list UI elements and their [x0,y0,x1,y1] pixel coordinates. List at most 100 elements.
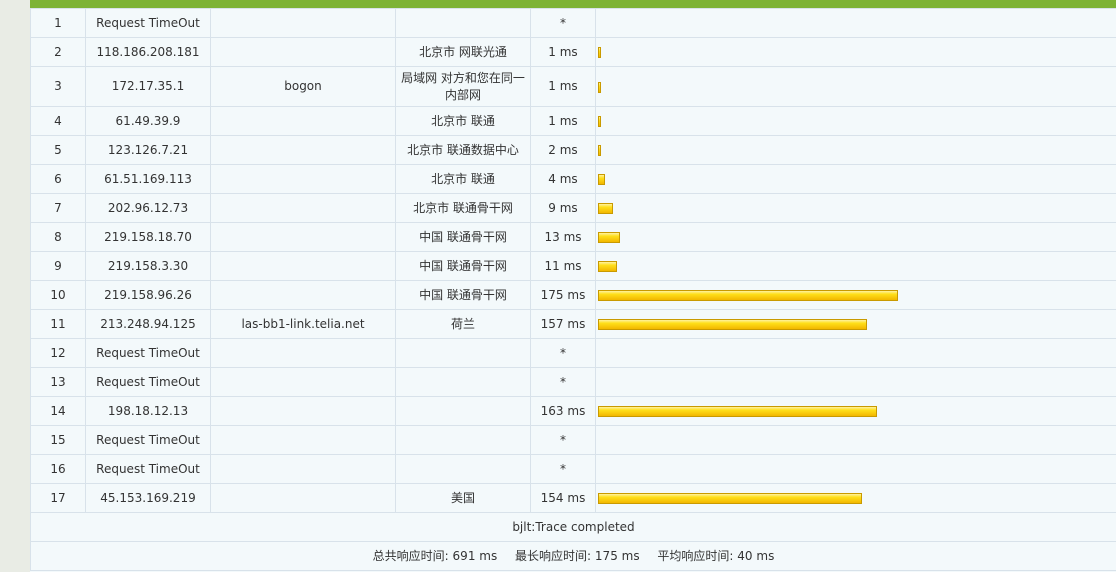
hop-row: 17 45.153.169.219 美国 154 ms [30,483,1116,513]
hop-number: 1 [30,8,86,38]
hop-number: 11 [30,309,86,339]
hop-location: 北京市 联通 [395,164,531,194]
hop-location [395,454,531,484]
status-row: bjlt:Trace completed [30,512,1116,542]
hop-latency-bar-cell [595,483,1116,513]
hop-latency-bar-cell [595,106,1116,136]
hop-time: 9 ms [530,193,596,223]
hop-hostname [210,367,396,397]
hop-hostname [210,454,396,484]
hop-ip: Request TimeOut [85,367,211,397]
hop-location: 中国 联通骨干网 [395,251,531,281]
hop-hostname [210,483,396,513]
hop-time: * [530,338,596,368]
latency-bar [598,203,613,214]
hop-location: 北京市 联通 [395,106,531,136]
hop-ip: 219.158.96.26 [85,280,211,310]
hop-latency-bar-cell [595,367,1116,397]
hop-hostname [210,106,396,136]
hop-hostname [210,425,396,455]
hop-ip: Request TimeOut [85,8,211,38]
hop-time: * [530,367,596,397]
hop-number: 13 [30,367,86,397]
hop-location: 中国 联通骨干网 [395,222,531,252]
hop-time: * [530,454,596,484]
hop-latency-bar-cell [595,309,1116,339]
hop-latency-bar-cell [595,280,1116,310]
hop-time: * [530,8,596,38]
hop-row: 3 172.17.35.1 bogon 局域网 对方和您在同一内部网 1 ms [30,66,1116,107]
response-summary: 总共响应时间: 691 ms 最长响应时间: 175 ms 平均响应时间: 40… [30,541,1116,571]
hop-row: 10 219.158.96.26 中国 联通骨干网 175 ms [30,280,1116,310]
hop-location [395,425,531,455]
latency-bar [598,493,862,504]
hop-location [395,338,531,368]
max-time-value: 175 ms [594,548,640,563]
avg-time-label: 平均响应时间: [657,548,734,563]
hop-number: 3 [30,66,86,107]
hop-number: 10 [30,280,86,310]
latency-bar [598,174,605,185]
hop-time: 13 ms [530,222,596,252]
hop-time: 1 ms [530,106,596,136]
traceroute-table: 1 Request TimeOut * 2 118.186.208.181 北京市 网联光… [30,8,1116,571]
hop-time: 154 ms [530,483,596,513]
hop-latency-bar-cell [595,251,1116,281]
hop-location [395,367,531,397]
hop-row: 4 61.49.39.9 北京市 联通 1 ms [30,106,1116,136]
hop-hostname: bogon [210,66,396,107]
hop-number: 17 [30,483,86,513]
summary-row: 总共响应时间: 691 ms 最长响应时间: 175 ms 平均响应时间: 40… [30,541,1116,571]
hop-ip: Request TimeOut [85,425,211,455]
avg-time-value: 40 ms [737,548,775,563]
hop-ip: 123.126.7.21 [85,135,211,165]
hop-location: 中国 联通骨干网 [395,280,531,310]
latency-bar [598,145,601,156]
hop-number: 4 [30,106,86,136]
hop-latency-bar-cell [595,164,1116,194]
hop-ip: 198.18.12.13 [85,396,211,426]
hop-latency-bar-cell [595,454,1116,484]
hop-row: 15 Request TimeOut * [30,425,1116,455]
table-header-bar [30,0,1116,8]
latency-bar [598,261,617,272]
hop-time: 163 ms [530,396,596,426]
hop-hostname [210,37,396,67]
hop-location: 局域网 对方和您在同一内部网 [395,66,531,107]
hop-row: 6 61.51.169.113 北京市 联通 4 ms [30,164,1116,194]
hop-location [395,396,531,426]
hop-latency-bar-cell [595,37,1116,67]
hop-row: 11 213.248.94.125 las-bb1-link.telia.net 荷兰… [30,309,1116,339]
hop-row: 8 219.158.18.70 中国 联通骨干网 13 ms [30,222,1116,252]
hop-ip: 61.51.169.113 [85,164,211,194]
hop-number: 12 [30,338,86,368]
hop-ip: 45.153.169.219 [85,483,211,513]
hop-rows: 1 Request TimeOut * 2 118.186.208.181 北京市 网联光… [30,8,1116,513]
hop-hostname [210,222,396,252]
hop-latency-bar-cell [595,66,1116,107]
hop-latency-bar-cell [595,193,1116,223]
hop-number: 8 [30,222,86,252]
total-time-label: 总共响应时间: [372,548,449,563]
hop-hostname [210,135,396,165]
hop-time: 2 ms [530,135,596,165]
latency-bar [598,406,877,417]
hop-ip: 61.49.39.9 [85,106,211,136]
hop-row: 1 Request TimeOut * [30,8,1116,38]
hop-time: 4 ms [530,164,596,194]
hop-number: 16 [30,454,86,484]
hop-row: 14 198.18.12.13 163 ms [30,396,1116,426]
hop-ip: Request TimeOut [85,454,211,484]
trace-status: bjlt:Trace completed [30,512,1116,542]
latency-bar [598,319,867,330]
hop-location [395,8,531,38]
hop-hostname [210,193,396,223]
hop-time: 1 ms [530,37,596,67]
hop-time: 175 ms [530,280,596,310]
hop-row: 13 Request TimeOut * [30,367,1116,397]
hop-row: 2 118.186.208.181 北京市 网联光通 1 ms [30,37,1116,67]
hop-number: 5 [30,135,86,165]
hop-latency-bar-cell [595,135,1116,165]
hop-location: 荷兰 [395,309,531,339]
latency-bar [598,232,620,243]
